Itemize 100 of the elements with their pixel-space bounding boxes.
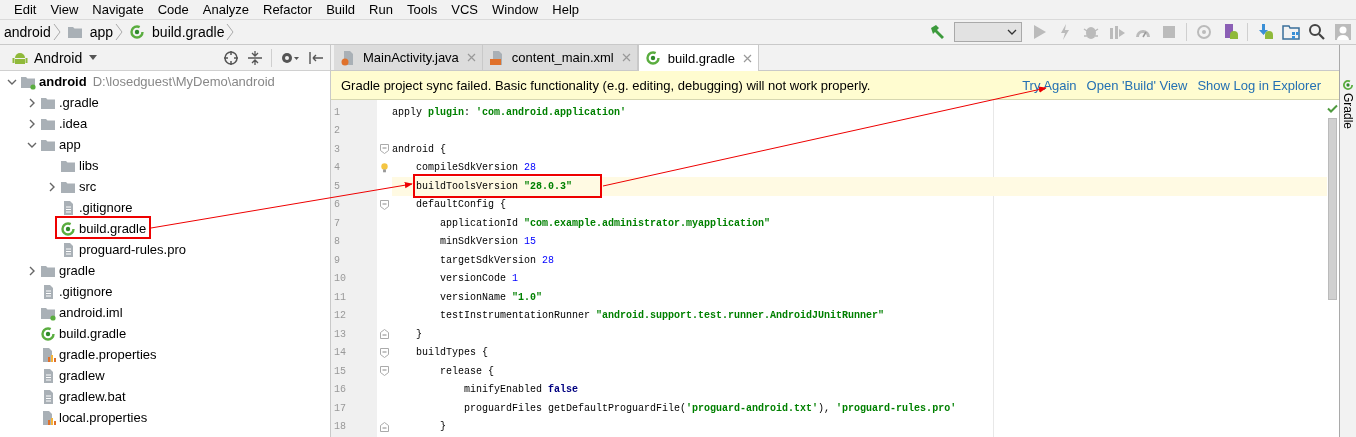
- fold-marker-icon[interactable]: [380, 144, 389, 155]
- tree-item[interactable]: gradle: [59, 263, 96, 278]
- line-number: 14: [333, 346, 347, 361]
- fold-marker-icon[interactable]: [380, 329, 389, 340]
- gradle-icon: [1342, 79, 1354, 91]
- project-view-dropdown[interactable]: Android: [8, 49, 103, 66]
- attach-icon[interactable]: [1108, 23, 1126, 41]
- code-line: minSdkVersion 15: [439, 236, 537, 248]
- tree-item[interactable]: build.gradle: [79, 221, 147, 236]
- code-line: buildTypes {: [415, 347, 488, 359]
- stop-icon[interactable]: [1160, 23, 1178, 41]
- tree-item[interactable]: gradle.properties: [59, 347, 157, 362]
- search-icon[interactable]: [1308, 23, 1326, 41]
- folder-icon: [66, 24, 84, 40]
- menu-item[interactable]: Refactor: [263, 2, 313, 17]
- code-line: }: [439, 421, 446, 433]
- menu-item[interactable]: Edit: [14, 2, 37, 17]
- chevron-icon: [226, 22, 235, 42]
- download-icon[interactable]: [1256, 23, 1274, 41]
- line-number: 9: [333, 253, 341, 268]
- tree-item[interactable]: .gradle: [59, 95, 99, 110]
- run-configuration-dropdown[interactable]: [954, 22, 1022, 42]
- breadcrumb[interactable]: app: [89, 24, 114, 40]
- line-number: 6: [333, 198, 341, 213]
- menu-item[interactable]: Tools: [406, 2, 438, 17]
- hide-panel-icon[interactable]: [308, 49, 324, 66]
- line-number: 3: [333, 142, 341, 157]
- properties-file-icon: [40, 346, 57, 363]
- folder-icon[interactable]: [1282, 23, 1300, 41]
- tree-item[interactable]: .idea: [59, 116, 88, 131]
- fold-marker-icon[interactable]: [380, 347, 389, 358]
- gradle-icon: [129, 24, 147, 40]
- editor-tab[interactable]: build.gradle: [637, 45, 759, 71]
- properties-file-icon: [40, 409, 57, 426]
- chevron-icon: [52, 22, 61, 42]
- breadcrumb[interactable]: android: [4, 24, 51, 40]
- banner-link[interactable]: Open 'Build' View: [1086, 77, 1188, 93]
- line-number: 11: [333, 290, 347, 305]
- target-icon[interactable]: [223, 49, 239, 66]
- fold-marker-icon[interactable]: [380, 199, 389, 210]
- lightbulb-icon[interactable]: [380, 162, 389, 173]
- hammer-icon[interactable]: [928, 23, 946, 41]
- line-number: 5: [333, 179, 341, 194]
- line-number: 17: [333, 401, 347, 416]
- sync-failed-message: Gradle project sync failed. Basic functionality (e.g. editing, debugging) will not work properly.: [341, 77, 871, 93]
- menu-item[interactable]: VCS: [451, 2, 478, 17]
- close-icon[interactable]: [742, 53, 752, 63]
- tree-item[interactable]: android.iml: [59, 305, 123, 320]
- editor-tab[interactable]: content_main.xml: [482, 45, 638, 70]
- menu-item[interactable]: Navigate: [92, 2, 144, 17]
- caret-icon: [88, 54, 99, 61]
- code-line: minifyEnabled false: [463, 384, 579, 396]
- menu-item[interactable]: Analyze: [202, 2, 249, 17]
- tree-item[interactable]: .gitignore: [79, 200, 133, 215]
- side-panel-tab[interactable]: Gradle: [1341, 93, 1355, 130]
- code-line: release {: [439, 365, 495, 377]
- gradle-icon: [644, 50, 662, 66]
- line-number: 8: [333, 235, 341, 250]
- tree-item[interactable]: .gitignore: [59, 284, 113, 299]
- menu-item[interactable]: Run: [369, 2, 393, 17]
- tree-item[interactable]: proguard-rules.pro: [79, 242, 186, 257]
- code-line: defaultConfig {: [415, 199, 507, 211]
- gradle-icon: [40, 325, 57, 342]
- tree-item[interactable]: gradlew: [59, 368, 105, 383]
- user-icon[interactable]: [1334, 23, 1352, 41]
- tree-item[interactable]: gradlew.bat: [59, 389, 126, 404]
- code-line: applicationId "com.example.administrator.myapplication": [439, 217, 771, 229]
- tree-item[interactable]: build.gradle: [59, 326, 127, 341]
- line-number: 7: [333, 216, 341, 231]
- menu-item[interactable]: View: [50, 2, 79, 17]
- tree-item[interactable]: src: [79, 179, 97, 194]
- fold-marker-icon[interactable]: [380, 366, 389, 377]
- project-path: D:\losedguest\MyDemo\android: [92, 74, 275, 89]
- editor-tab[interactable]: MainActivity.java: [334, 45, 483, 70]
- tree-item[interactable]: android: [39, 74, 87, 89]
- code-line: }: [415, 328, 422, 340]
- caret-icon: [1007, 29, 1017, 35]
- gradle-icon: [60, 220, 77, 237]
- code-line: proguardFiles getDefaultProguardFile('proguard-android.txt'), 'proguard-rules.pro': [463, 402, 957, 414]
- line-number: 18: [333, 420, 347, 435]
- breadcrumb[interactable]: build.gradle: [152, 24, 225, 40]
- menu-item[interactable]: Window: [492, 2, 539, 17]
- line-number: 2: [333, 124, 341, 139]
- close-icon[interactable]: [621, 53, 631, 62]
- collapse-all-icon[interactable]: [247, 49, 263, 66]
- line-number: 12: [333, 309, 347, 324]
- fold-marker-icon[interactable]: [380, 421, 389, 432]
- menu-item[interactable]: Build: [326, 2, 356, 17]
- tree-item[interactable]: local.properties: [59, 410, 148, 425]
- banner-link[interactable]: Try Again: [1022, 77, 1077, 93]
- close-icon[interactable]: [466, 53, 476, 62]
- menu-item[interactable]: Help: [552, 2, 579, 17]
- code-line: android {: [392, 143, 446, 155]
- tree-item[interactable]: libs: [79, 158, 99, 173]
- code-line: buildToolsVersion "28.0.3": [415, 180, 573, 192]
- banner-link[interactable]: Show Log in Explorer: [1197, 77, 1321, 93]
- menu-item[interactable]: Code: [157, 2, 189, 17]
- code-line: compileSdkVersion 28: [415, 162, 537, 174]
- scrollbar-thumb[interactable]: [1328, 118, 1337, 300]
- tree-item[interactable]: app: [59, 137, 81, 152]
